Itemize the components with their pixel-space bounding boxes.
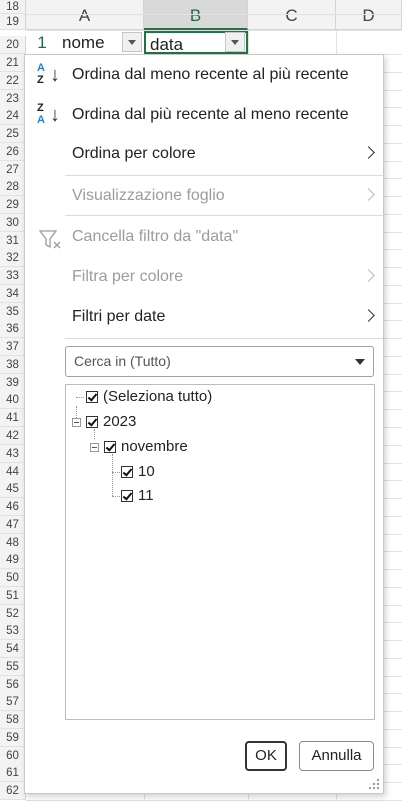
row-header[interactable]: 38 [0, 356, 26, 374]
row-header[interactable]: 56 [0, 676, 26, 694]
row-header[interactable]: 53 [0, 622, 26, 640]
sort-ascending-icon: A Z ↓ [37, 62, 60, 86]
collapse-icon[interactable] [90, 443, 99, 452]
cancel-button[interactable]: Annulla [299, 741, 374, 771]
row-header[interactable]: 30 [0, 214, 26, 232]
column-header-a[interactable]: A [26, 0, 144, 30]
sort-descending-icon: Z A ↓ [37, 102, 60, 126]
sort-by-color-label: Ordina per colore [72, 145, 196, 162]
chevron-right-icon [362, 146, 375, 159]
row-header[interactable]: 45 [0, 480, 26, 498]
column-header-d[interactable]: D [336, 0, 402, 30]
checkbox-icon[interactable] [86, 391, 98, 403]
row-header[interactable]: 57 [0, 693, 26, 711]
menu-separator [65, 215, 383, 216]
row-header[interactable]: 59 [0, 729, 26, 747]
row-header[interactable]: 50 [0, 569, 26, 587]
row-header[interactable]: 28 [0, 178, 26, 196]
row-one-label: 1 [37, 33, 47, 52]
sort-descending-label: Ordina dal più recente al meno recente [72, 106, 349, 123]
row-header[interactable]: 20 [0, 36, 26, 54]
ok-button[interactable]: OK [245, 741, 287, 771]
row-header[interactable]: 33 [0, 267, 26, 285]
search-placeholder: Cerca in (Tutto) [74, 353, 171, 369]
row-header[interactable]: 51 [0, 587, 26, 605]
row-header[interactable]: 23 [0, 90, 26, 108]
row-header[interactable]: 44 [0, 463, 26, 481]
date-filters-label: Filtri per date [72, 308, 166, 325]
autofilter-menu: A Z ↓ Ordina dal meno recente al più rec… [24, 54, 384, 794]
row-header[interactable]: 37 [0, 338, 26, 356]
column-header-b[interactable]: B [144, 0, 248, 30]
filter-by-color-label: Filtra per colore [72, 268, 184, 285]
column-header-c[interactable]: C [248, 0, 336, 30]
filter-dropdown-b[interactable] [225, 32, 245, 52]
row-header[interactable]: 22 [0, 72, 26, 90]
row-header[interactable]: 35 [0, 303, 26, 321]
row-header[interactable]: 32 [0, 249, 26, 267]
filter-value-list: (Seleziona tutto) 2023 novembre 10 11 [65, 384, 375, 720]
menu-separator [65, 338, 383, 339]
sheet-view-label: Visualizzazione foglio [72, 187, 225, 204]
checkbox-icon[interactable] [86, 416, 98, 428]
filter-dropdown-a[interactable] [122, 32, 142, 52]
row-header[interactable]: 49 [0, 551, 26, 569]
dropdown-caret-icon[interactable] [355, 359, 365, 365]
row-header[interactable]: 27 [0, 161, 26, 179]
chevron-right-icon [362, 269, 375, 282]
row-header[interactable]: 18 [0, 0, 26, 14]
row-header[interactable]: 29 [0, 196, 26, 214]
row-header[interactable]: 52 [0, 605, 26, 623]
sort-by-color-item[interactable]: Ordina per colore [25, 136, 383, 172]
checkbox-icon[interactable] [121, 490, 133, 502]
sheet-view-item: Visualizzazione foglio [25, 178, 383, 214]
row-header[interactable]: 26 [0, 143, 26, 161]
row-header[interactable]: 40 [0, 391, 26, 409]
row-header[interactable]: 62 [0, 782, 26, 800]
row-header[interactable]: 36 [0, 320, 26, 338]
menu-separator [65, 175, 383, 176]
row-header[interactable]: 42 [0, 427, 26, 445]
date-filters-item[interactable]: Filtri per date [25, 299, 383, 335]
row-header[interactable]: 47 [0, 516, 26, 534]
clear-filter-label: Cancella filtro da "data" [72, 228, 239, 245]
chevron-right-icon [362, 188, 375, 201]
row-header[interactable]: 31 [0, 232, 26, 250]
row-header[interactable]: 54 [0, 640, 26, 658]
row-header[interactable]: 21 [0, 54, 26, 72]
row-header[interactable]: 58 [0, 711, 26, 729]
row-header[interactable]: 19 [0, 14, 26, 30]
row-header[interactable]: 48 [0, 534, 26, 552]
row-header[interactable]: 39 [0, 374, 26, 392]
row-header[interactable]: 25 [0, 125, 26, 143]
row-header[interactable]: 61 [0, 764, 26, 782]
sort-descending-item[interactable]: Z A ↓ Ordina dal più recente al meno rec… [25, 97, 383, 133]
checkbox-icon[interactable] [104, 441, 116, 453]
row-header[interactable]: 55 [0, 658, 26, 676]
clear-filter-item: Cancella filtro da "data" [25, 219, 383, 255]
chevron-right-icon [362, 309, 375, 322]
row-header[interactable]: 41 [0, 409, 26, 427]
resize-grip-icon[interactable] [369, 779, 379, 789]
row-header[interactable]: 46 [0, 498, 26, 516]
row-header[interactable]: 60 [0, 747, 26, 765]
collapse-icon[interactable] [72, 418, 81, 427]
row-header[interactable]: 24 [0, 107, 26, 125]
sort-ascending-label: Ordina dal meno recente al più recente [72, 66, 349, 83]
search-input[interactable]: Cerca in (Tutto) [65, 346, 374, 377]
checkbox-icon[interactable] [121, 466, 133, 478]
row-header[interactable]: 43 [0, 445, 26, 463]
sort-ascending-item[interactable]: A Z ↓ Ordina dal meno recente al più rec… [25, 57, 383, 93]
row-header[interactable]: 34 [0, 285, 26, 303]
filter-by-color-item: Filtra per colore [25, 259, 383, 295]
